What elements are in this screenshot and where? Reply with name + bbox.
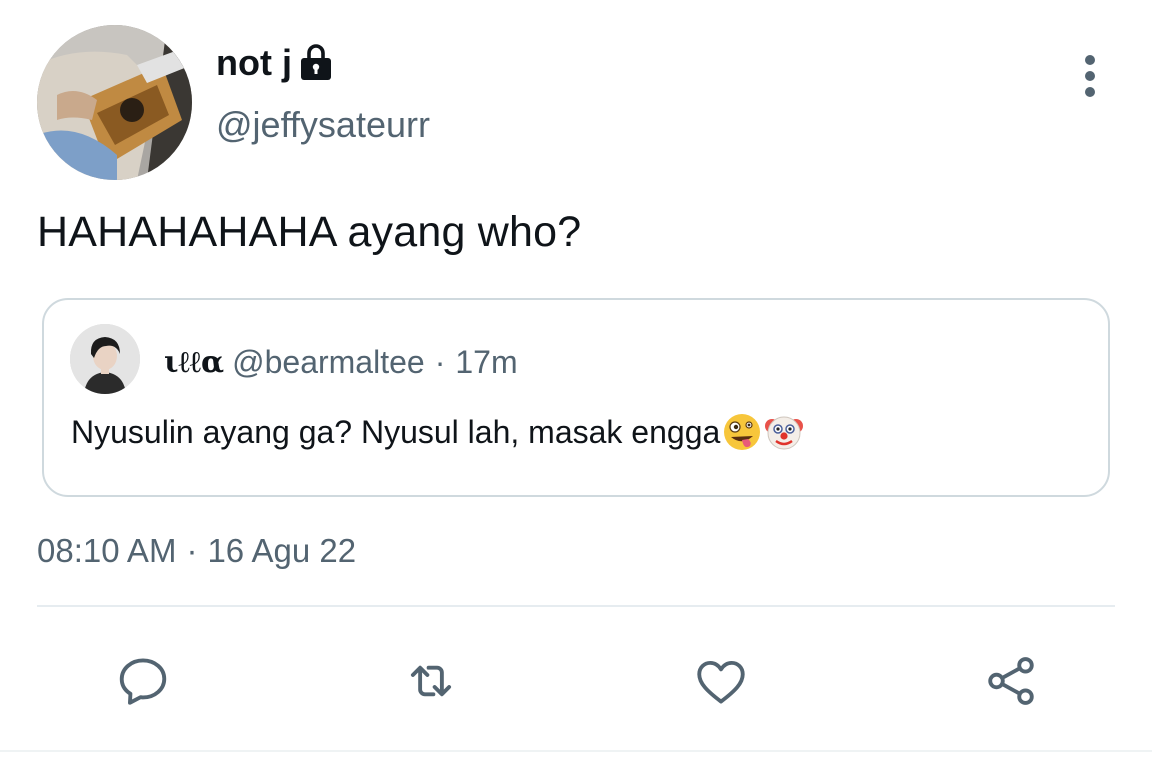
quoted-text-row: Nyusulin ayang ga? Nyusul lah, masak eng… xyxy=(71,412,804,452)
tweet-text: HAHAHAHAHA ayang who? xyxy=(37,208,582,256)
author-avatar[interactable] xyxy=(37,25,192,180)
tweet-detail: not j @jeffysateurr HAHAHAHAHA ayang who… xyxy=(0,0,1152,771)
like-button[interactable] xyxy=(690,650,752,712)
quoted-handle: @bearmaltee xyxy=(232,343,425,380)
quoted-tweet-card[interactable]: ιℓℓα @bearmaltee · 17m Nyusulin ayang ga… xyxy=(42,298,1110,497)
tweet-time: 08:10 AM xyxy=(37,532,177,569)
quoted-header: ιℓℓα @bearmaltee · 17m xyxy=(164,340,518,384)
reply-icon xyxy=(119,658,167,705)
retweet-icon xyxy=(410,665,452,697)
reply-button[interactable] xyxy=(112,650,174,712)
author-display-name[interactable]: not j xyxy=(216,42,292,84)
more-vertical-icon xyxy=(1085,55,1095,97)
tweet-date: 16 Agu 22 xyxy=(207,532,357,569)
meta-separator: · xyxy=(186,532,198,569)
divider xyxy=(37,605,1115,607)
heart-icon xyxy=(697,660,745,704)
tweet-timestamp[interactable]: 08:10 AM · 16 Agu 22 xyxy=(37,532,356,570)
quoted-author-avatar xyxy=(70,324,140,394)
author-name-row: not j xyxy=(216,41,334,85)
retweet-button[interactable] xyxy=(400,650,462,712)
lock-icon xyxy=(298,44,334,82)
bottom-divider xyxy=(0,750,1152,752)
quoted-separator: · xyxy=(434,343,446,380)
quoted-display-name: ιℓℓα xyxy=(164,344,225,380)
quoted-time: 17m xyxy=(455,343,518,380)
quoted-text: Nyusulin ayang ga? Nyusul lah, masak eng… xyxy=(71,413,721,450)
share-button[interactable] xyxy=(980,650,1042,712)
share-icon xyxy=(988,657,1034,705)
zany-face-icon xyxy=(722,412,762,452)
clown-face-icon xyxy=(764,412,804,452)
more-options-button[interactable] xyxy=(1070,52,1110,100)
author-handle[interactable]: @jeffysateurr xyxy=(216,104,430,146)
